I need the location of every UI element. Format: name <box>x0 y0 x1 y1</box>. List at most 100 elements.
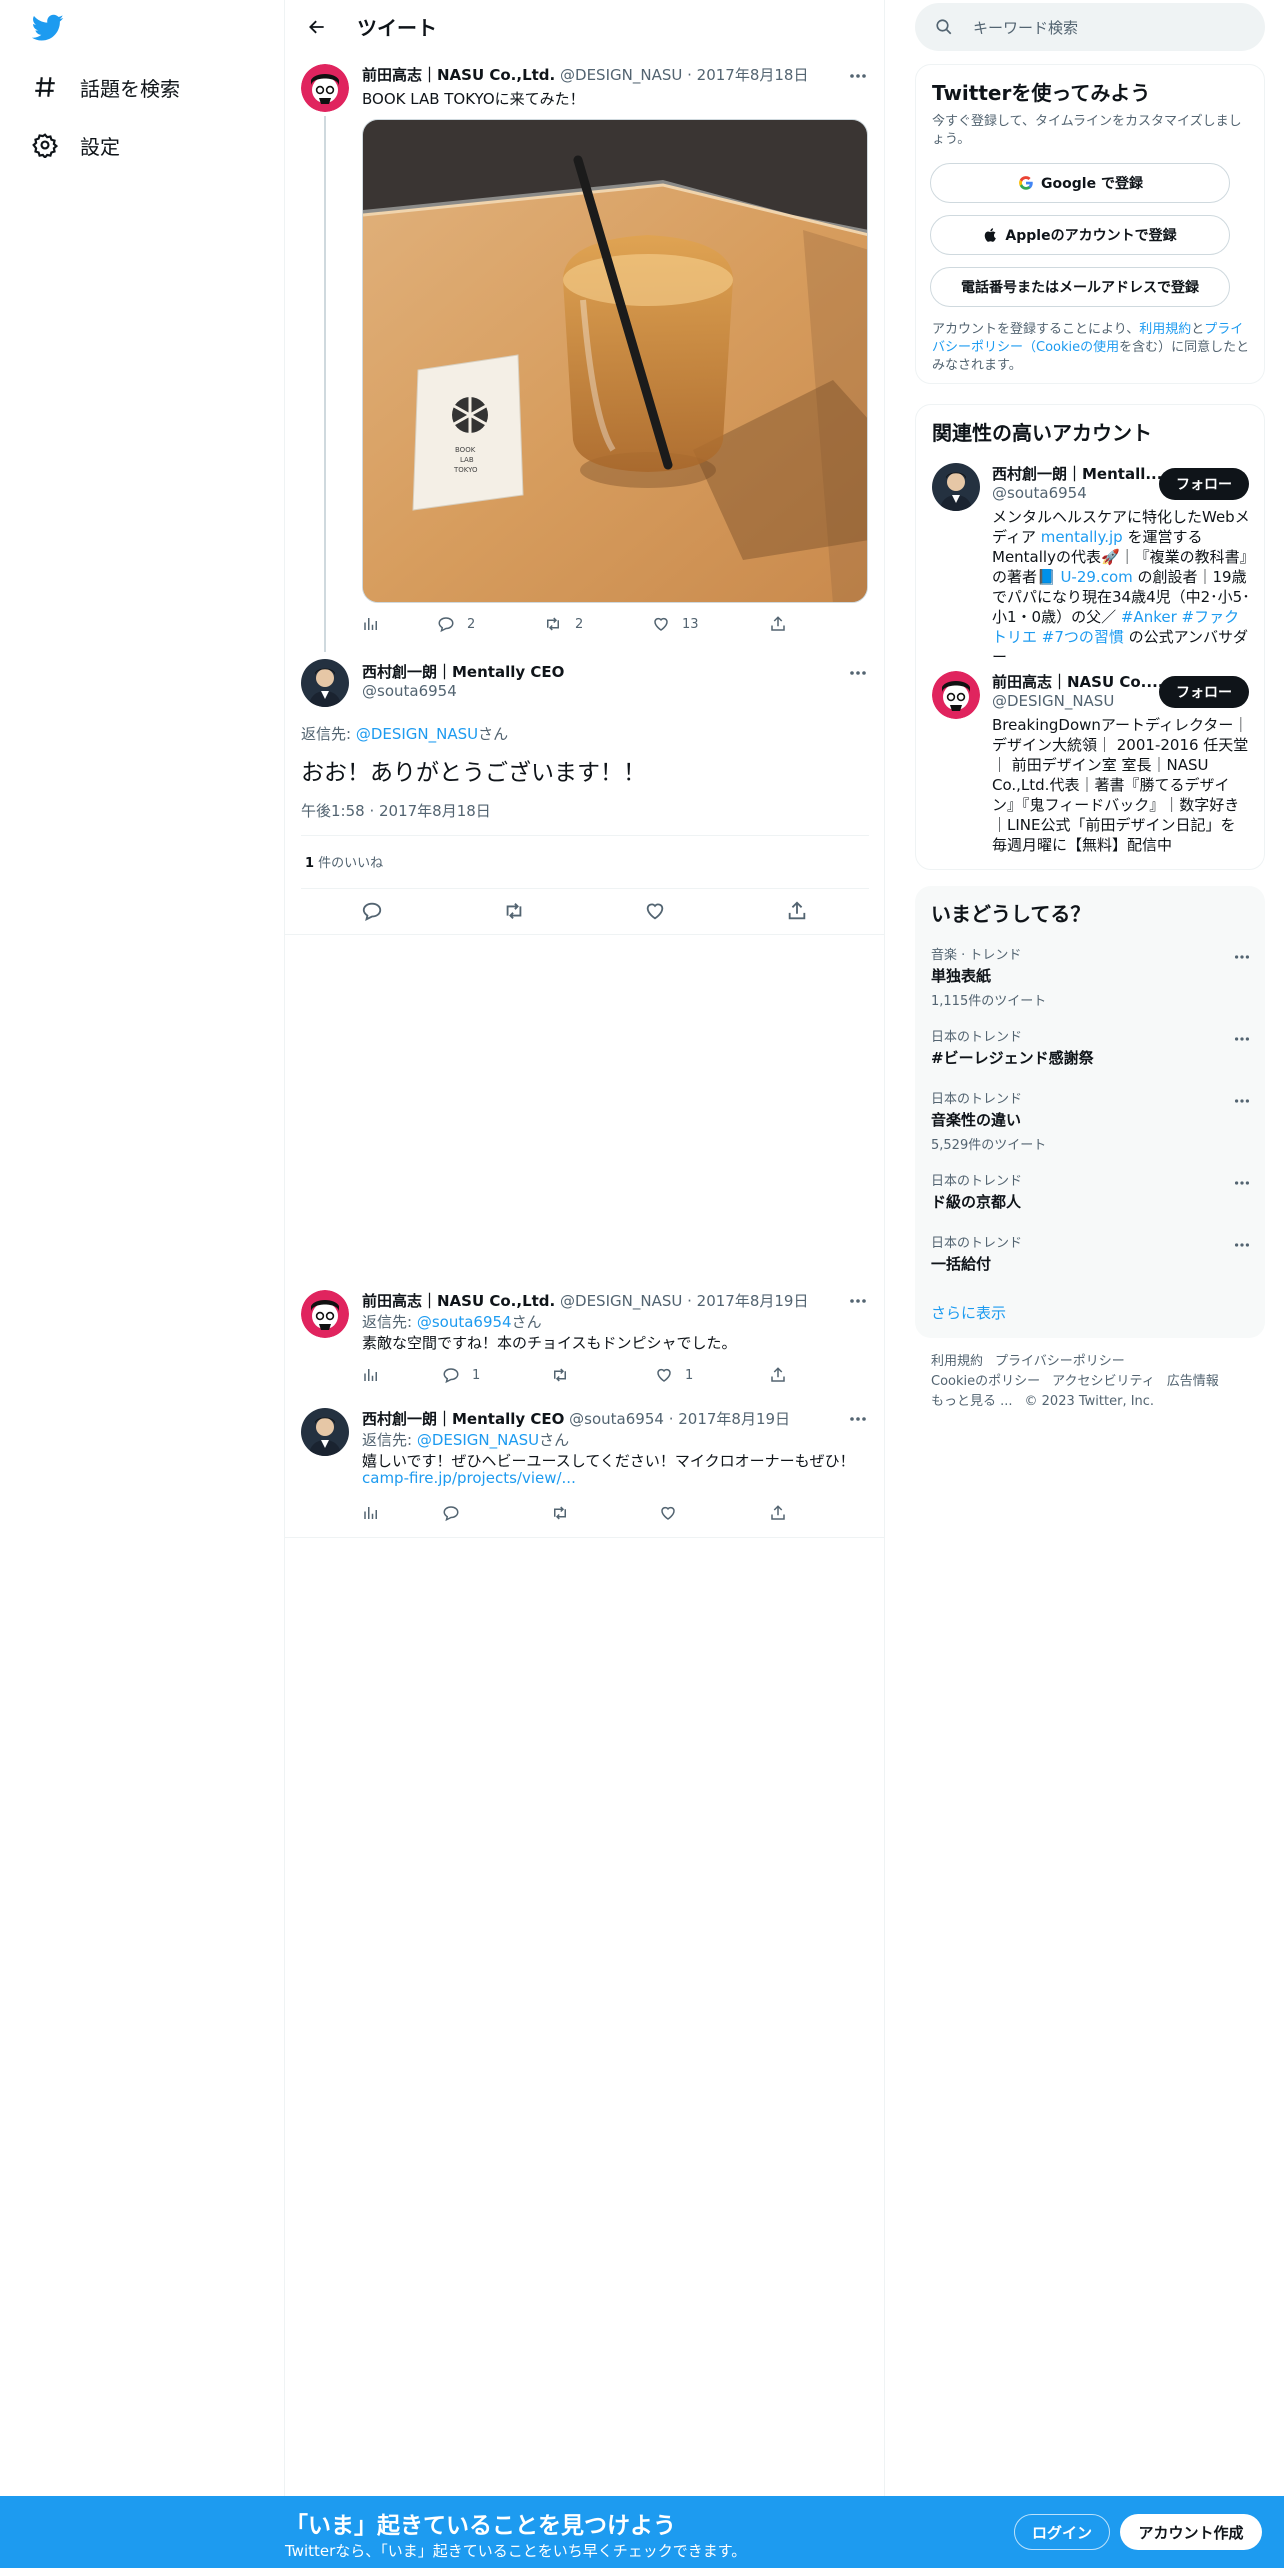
retweet-button[interactable]: 2 <box>543 615 583 633</box>
reply-button[interactable]: 1 <box>442 1366 480 1384</box>
share-button[interactable] <box>769 615 799 633</box>
terms-link[interactable]: 利用規約 <box>1139 322 1191 337</box>
author-name[interactable]: 西村創一朗｜Mentally CEO <box>362 663 564 681</box>
parent-tweet[interactable]: 前田高志｜NASU Co.,Ltd. @DESIGN_NASU · 2017年8… <box>285 60 885 652</box>
tweet-timestamp[interactable]: 午後1:58 · 2017年8月18日 <box>301 800 491 821</box>
signup-button[interactable]: アカウント作成 <box>1120 2514 1262 2550</box>
show-more-link[interactable]: さらに表示 <box>931 1302 1251 1323</box>
footer-more-link[interactable]: もっと見る ... <box>931 1394 1013 1409</box>
related-account-name[interactable]: 西村創一朗｜Mentall... <box>992 463 1162 484</box>
reply-context: 返信先: @DESIGN_NASUさん <box>301 725 509 743</box>
footer-terms-link[interactable]: 利用規約 <box>931 1354 983 1369</box>
avatar[interactable] <box>301 1290 349 1338</box>
share-button[interactable] <box>769 1504 799 1522</box>
reply-to-link[interactable]: @DESIGN_NASU <box>417 1431 539 1449</box>
trend-item[interactable]: 日本のトレンド 一括給付 <box>931 1232 1251 1274</box>
svg-text:LAB: LAB <box>460 456 474 464</box>
retweet-icon <box>554 1506 566 1520</box>
tweet-text: 素敵な空間ですね！本のチョイスもドンピシャでした。 <box>362 1334 737 1352</box>
trend-category: 日本のトレンド <box>931 1174 1023 1189</box>
author-handle[interactable]: @DESIGN_NASU <box>560 66 682 84</box>
more-options-icon[interactable] <box>848 1291 868 1311</box>
analytics-button[interactable] <box>362 1366 392 1384</box>
reply-tweet[interactable]: 西村創一朗｜Mentally CEO @souta6954 · 2017年8月1… <box>285 1406 885 1538</box>
tweet-date[interactable]: 2017年8月19日 <box>697 1292 809 1310</box>
trend-item[interactable]: 日本のトレンド ド級の京都人 <box>931 1170 1251 1212</box>
apple-signup-button[interactable]: Appleのアカウントで登録 <box>930 215 1230 255</box>
related-account-handle[interactable]: @souta6954 <box>992 484 1087 502</box>
likes-summary[interactable]: 1 件のいいね <box>305 852 383 871</box>
related-account-handle[interactable]: @DESIGN_NASU <box>992 692 1114 710</box>
tweet-photo[interactable]: BOOK LAB TOKYO <box>362 119 868 603</box>
trend-item[interactable]: 日本のトレンド 音楽性の違い 5,529件のツイート <box>931 1088 1251 1153</box>
search-box[interactable]: キーワード検索 <box>915 3 1265 51</box>
tweet-date[interactable]: 2017年8月19日 <box>678 1410 790 1428</box>
retweet-button[interactable] <box>502 900 538 922</box>
login-button[interactable]: ログイン <box>1014 2514 1110 2550</box>
tweet-date[interactable]: 2017年8月18日 <box>697 66 809 84</box>
footer-privacy-link[interactable]: プライバシーポリシー <box>995 1354 1125 1369</box>
nav-settings[interactable]: 設定 <box>32 125 120 165</box>
heart-icon <box>646 903 664 920</box>
author-handle[interactable]: @souta6954 <box>362 682 457 700</box>
tweet-text: おお！ありがとうございます！！ <box>301 760 646 786</box>
related-account-name[interactable]: 前田高志｜NASU Co.... <box>992 671 1163 692</box>
like-button[interactable] <box>659 1504 689 1522</box>
footer-accessibility-link[interactable]: アクセシビリティ <box>1052 1374 1155 1389</box>
more-options-icon[interactable] <box>1233 1236 1251 1254</box>
reply-button[interactable]: 2 <box>437 615 475 633</box>
twitter-logo-icon[interactable] <box>32 14 64 44</box>
like-button[interactable]: 13 <box>652 615 699 633</box>
trend-item[interactable]: 日本のトレンド #ビーレジェンド感謝祭 <box>931 1026 1251 1068</box>
trend-item[interactable]: 音楽 · トレンド 単独表紙 1,115件のツイート <box>931 944 1251 1009</box>
author-name[interactable]: 前田高志｜NASU Co.,Ltd. <box>362 66 555 84</box>
tweet-link[interactable]: camp-fire.jp/projects/view/... <box>362 1469 576 1487</box>
reply-to-link[interactable]: @DESIGN_NASU <box>356 725 478 743</box>
like-button[interactable]: 1 <box>655 1366 693 1384</box>
share-button[interactable] <box>769 1366 799 1384</box>
phone-signup-button[interactable]: 電話番号またはメールアドレスで登録 <box>930 267 1230 307</box>
bio-link[interactable]: mentally.jp <box>1041 528 1123 546</box>
analytics-button[interactable] <box>362 1504 392 1522</box>
google-signup-button[interactable]: Google で登録 <box>930 163 1230 203</box>
search-placeholder[interactable]: キーワード検索 <box>973 17 1078 38</box>
footer-cookie-link[interactable]: Cookieのポリシー <box>931 1374 1040 1389</box>
share-button[interactable] <box>786 900 820 922</box>
bio-link[interactable]: U-29.com <box>1060 568 1132 586</box>
tweet-text: 嬉しいです！ぜひヘビーユースしてください！マイクロオーナーもぜひ！ <box>362 1452 855 1470</box>
retweet-button[interactable] <box>550 1504 582 1522</box>
avatar[interactable] <box>301 659 349 707</box>
more-options-icon[interactable] <box>848 1409 868 1429</box>
follow-button[interactable]: フォロー <box>1159 676 1249 708</box>
reply-tweet[interactable]: 前田高志｜NASU Co.,Ltd. @DESIGN_NASU · 2017年8… <box>285 1288 885 1400</box>
analytics-button[interactable] <box>362 615 392 633</box>
more-options-icon[interactable] <box>848 663 868 683</box>
apple-signup-label: Appleのアカウントで登録 <box>1005 228 1177 244</box>
more-options-icon[interactable] <box>848 66 868 86</box>
author-handle[interactable]: @souta6954 <box>569 1410 664 1428</box>
avatar[interactable] <box>932 671 980 719</box>
nav-explore[interactable]: 話題を検索 <box>32 67 180 107</box>
more-options-icon[interactable] <box>1233 1174 1251 1192</box>
footer-links: 利用規約 プライバシーポリシー Cookieのポリシー アクセシビリティ 広告情報 も… <box>931 1352 1251 1412</box>
more-options-icon[interactable] <box>1233 948 1251 966</box>
retweet-button[interactable] <box>550 1366 582 1384</box>
avatar[interactable] <box>301 64 349 112</box>
author-name[interactable]: 西村創一朗｜Mentally CEO <box>362 1410 564 1428</box>
apple-icon <box>985 228 997 242</box>
main-column: ツイート 前田高志｜NASU Co.,Ltd. @DESIGN_NASU · 2… <box>285 0 885 2500</box>
avatar[interactable] <box>301 1408 349 1456</box>
author-name[interactable]: 前田高志｜NASU Co.,Ltd. <box>362 1292 555 1310</box>
reply-button[interactable] <box>361 900 395 922</box>
back-button[interactable] <box>299 9 335 45</box>
author-handle[interactable]: @DESIGN_NASU <box>560 1292 682 1310</box>
reply-button[interactable] <box>442 1504 472 1522</box>
follow-button[interactable]: フォロー <box>1159 468 1249 500</box>
like-button[interactable] <box>644 900 678 922</box>
footer-ads-link[interactable]: 広告情報 <box>1167 1374 1219 1389</box>
trend-count: 1,115件のツイート <box>931 994 1047 1009</box>
reply-to-link[interactable]: @souta6954 <box>417 1313 512 1331</box>
more-options-icon[interactable] <box>1233 1092 1251 1110</box>
avatar[interactable] <box>932 463 980 511</box>
more-options-icon[interactable] <box>1233 1030 1251 1048</box>
